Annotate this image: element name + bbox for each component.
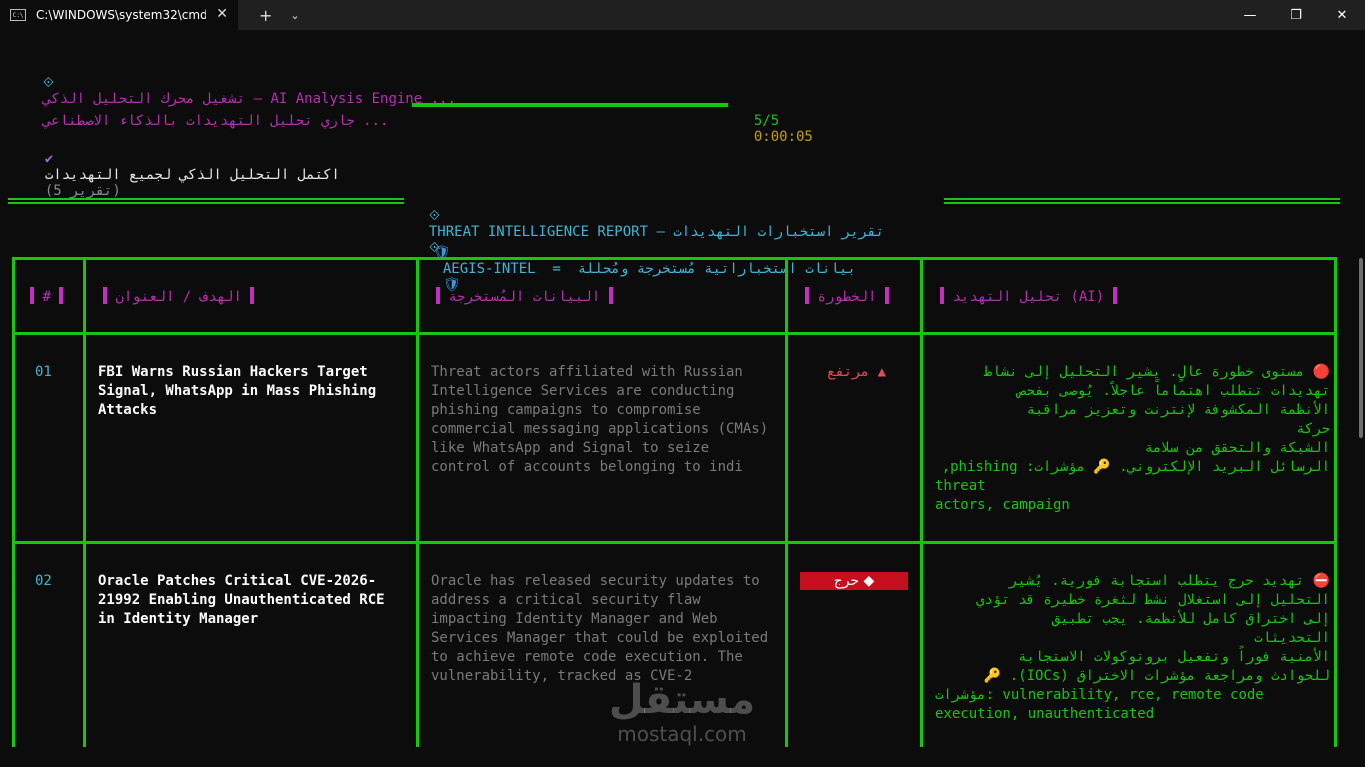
table-border-row: [12, 541, 1337, 544]
check-icon: ✔: [44, 151, 54, 167]
close-window-button[interactable]: ✕: [1319, 0, 1365, 30]
analysis-line: الأنظمة المكشوفة لإنترنت وتعزيز مراقبة: [1026, 402, 1330, 418]
close-tab-icon[interactable]: ✕: [216, 6, 228, 22]
analysis-progress-label: جاري تحليل التهديدات بالذكاء الاصطناعي .…: [26, 97, 406, 129]
analysis-line: حركة: [1296, 421, 1330, 437]
risk-level: مرتفع ▲: [827, 364, 887, 380]
analysis-line: تهديدات تتطلب اهتماماً عاجلاً. يُوصى بفح…: [1018, 383, 1330, 399]
separator-right: [944, 198, 1340, 204]
table-border-col: [12, 257, 15, 747]
analysis-line: threat: [935, 478, 986, 494]
analysis-line: إلى اختراق كامل للأنظمة. يجب تطبيق: [1051, 611, 1330, 627]
table-border-col: [416, 257, 419, 747]
row-number: 01: [35, 364, 52, 380]
window-titlebar: C:\ C:\WINDOWS\system32\cmd. ✕ + ⌄ — ❐ ✕: [0, 0, 1365, 30]
analysis-line: execution, unauthenticated: [935, 706, 1155, 722]
analysis-line: مؤشرات: vulnerability, rce, remote code: [935, 687, 1264, 703]
complete-text: اكتمل التحليل الذكي لجميع التهديدات: [44, 167, 340, 183]
report-count: (5 تقرير): [44, 183, 121, 199]
analysis-line: الرسائل البريد الإلكتروني. 🔑 مؤشرات: phi…: [941, 459, 1330, 475]
tab-title: C:\WINDOWS\system32\cmd.: [36, 8, 206, 22]
progress-bar: [412, 103, 728, 107]
analysis-line: الأمنية فوراً وتفعيل بروتوكولات الاستجاب…: [1018, 649, 1330, 665]
tab-dropdown-button[interactable]: ⌄: [290, 9, 299, 22]
event-title: Oracle Patches Critical CVE-2026-21992 E…: [98, 573, 385, 627]
event-description: Threat actors affiliated with Russian In…: [431, 364, 769, 475]
table-border-col: [920, 257, 923, 747]
table-border-col: [785, 257, 788, 747]
risk-badge-critical: حرج ◆: [800, 572, 908, 590]
minimize-button[interactable]: —: [1227, 0, 1273, 30]
table-border-top: [12, 257, 1337, 260]
analysis-line: التحديثات: [1254, 630, 1330, 646]
progress-count: 5/5: [753, 113, 780, 129]
event-description: Oracle has released security updates to …: [431, 573, 769, 684]
analysis-line: الشبكة والتحقق من سلامة: [1144, 440, 1330, 456]
analysis-line: 🔴 مستوى خطورة عالٍ. يشير التحليل إلى نشا…: [983, 364, 1330, 380]
progress-stats: 5/5 0:00:05: [737, 97, 813, 145]
watermark-arabic: مستقل: [608, 677, 756, 723]
header-analysis: تحليل التهديد (AI): [940, 287, 1117, 305]
event-title: FBI Warns Russian Hackers Target Signal,…: [98, 364, 377, 418]
header-desc: البيانات المُستخرجة: [436, 287, 613, 305]
watermark-latin: mostaql.com: [617, 722, 747, 746]
maximize-button[interactable]: ❐: [1273, 0, 1319, 30]
analysis-complete-line: ✔ اكتمل التحليل الذكي لجميع التهديدات (5…: [28, 135, 340, 199]
new-tab-button[interactable]: +: [259, 6, 272, 25]
table-border-header: [12, 332, 1337, 335]
window-controls: — ❐ ✕: [1227, 0, 1365, 30]
diamond-icon: ⟐: [42, 75, 54, 91]
progress-time: 0:00:05: [753, 129, 813, 145]
header-num: #: [30, 287, 64, 305]
table-border-col: [83, 257, 86, 747]
threat-analysis: ⛔ تهديد حرج يتطلب استجابة فورية. يُشير ا…: [935, 572, 1330, 724]
cmd-icon: C:\: [10, 9, 26, 21]
separator-left: [8, 198, 404, 204]
vertical-scrollbar[interactable]: [1359, 258, 1363, 438]
row-number: 02: [35, 573, 52, 589]
analysis-line: للحوادث ومراجعة مؤشرات الاختراق (IOCs). …: [983, 668, 1330, 684]
mostaql-watermark: مستقل mostaql.com: [598, 678, 766, 750]
diamond-icon: ⟐: [428, 208, 440, 224]
header-risk: الخطورة: [805, 287, 889, 305]
table-border-col: [1334, 257, 1337, 747]
analysis-line: ⛔ تهديد حرج يتطلب استجابة فورية. يُشير: [1009, 573, 1330, 589]
threat-analysis: 🔴 مستوى خطورة عالٍ. يشير التحليل إلى نشا…: [935, 363, 1330, 515]
header-event: الهدف / العنوان: [103, 287, 255, 305]
analysis-line: التحليل إلى استغلال نشط لثغرة خطيرة قد ت…: [975, 592, 1330, 608]
progress-text: جاري تحليل التهديدات بالذكاء الاصطناعي .…: [42, 113, 389, 129]
terminal-tab[interactable]: C:\ C:\WINDOWS\system32\cmd. ✕: [0, 0, 238, 30]
analysis-line: actors, campaign: [935, 497, 1070, 513]
